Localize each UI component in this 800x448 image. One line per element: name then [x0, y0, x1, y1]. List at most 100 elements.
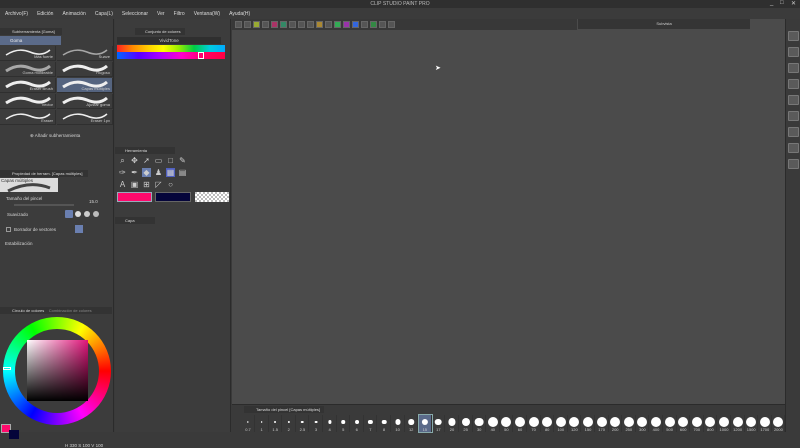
brush-size-option[interactable]: 1500: [745, 415, 759, 432]
brush-size-option[interactable]: 5: [337, 415, 351, 432]
undo-icon[interactable]: [262, 21, 269, 28]
layer-panel-tab[interactable]: Capa: [115, 217, 155, 224]
fill-tool-icon[interactable]: ▦: [166, 168, 175, 177]
pen-tool-icon[interactable]: ✑: [118, 168, 127, 177]
saturation-value-square[interactable]: [27, 340, 88, 401]
smoothing-option[interactable]: [75, 211, 81, 217]
move-tool-icon[interactable]: ✥: [130, 156, 139, 165]
panel-icon[interactable]: [788, 31, 799, 41]
save-icon[interactable]: [253, 21, 260, 28]
subtool-item[interactable]: Eraser: [0, 110, 56, 125]
brush-size-option[interactable]: 200: [609, 415, 623, 432]
canvas-area[interactable]: [232, 19, 785, 404]
brush-size-option[interactable]: 1700: [759, 415, 772, 432]
brush-size-option[interactable]: 1000: [718, 415, 731, 432]
new-icon[interactable]: [235, 21, 242, 28]
brush-size-option[interactable]: 50: [500, 415, 514, 432]
panel-icon[interactable]: [788, 79, 799, 89]
sub-color-swatch[interactable]: [9, 430, 19, 439]
color-set-selected-swatch[interactable]: [198, 52, 204, 59]
brush-size-option[interactable]: 0.7: [242, 415, 255, 432]
brush-size-option[interactable]: 2000: [772, 415, 786, 432]
brush-size-option[interactable]: 170: [596, 415, 609, 432]
panel-icon[interactable]: [788, 143, 799, 153]
brush-size-option[interactable]: 20: [446, 415, 459, 432]
fill-icon[interactable]: [298, 21, 305, 28]
brush-size-option[interactable]: 300: [636, 415, 650, 432]
brush-size-option[interactable]: 400: [650, 415, 663, 432]
brush-size-option[interactable]: 100: [555, 415, 568, 432]
menu-filtro[interactable]: Filtro: [169, 8, 189, 19]
brush-size-panel-tab[interactable]: Tamaño del pincel [Capas múltiples]: [244, 406, 324, 413]
brush-size-option[interactable]: 17: [432, 415, 446, 432]
vector-eraser-checkbox[interactable]: [6, 227, 11, 232]
panel-icon[interactable]: [788, 159, 799, 169]
brush-size-option[interactable]: 12: [405, 415, 419, 432]
brush-size-option[interactable]: 15: [417, 414, 433, 433]
brush-size-option[interactable]: 70: [528, 415, 541, 432]
brush-size-option[interactable]: 120: [568, 415, 582, 432]
tab-color-wheel[interactable]: Círculo de colores: [12, 308, 44, 313]
subtool-item[interactable]: Ajustar goma: [57, 94, 113, 109]
ruler-icon[interactable]: [316, 21, 323, 28]
close-button[interactable]: ✕: [791, 0, 796, 7]
brush-size-option[interactable]: 1: [256, 415, 269, 432]
brush-size-option[interactable]: 60: [514, 415, 527, 432]
figure-tool-icon[interactable]: ⊞: [142, 180, 151, 189]
brush-size-option[interactable]: 6: [351, 415, 364, 432]
menu-archivo[interactable]: Archivo(F): [0, 8, 32, 19]
color-set-row-2[interactable]: [117, 52, 225, 59]
color-icon[interactable]: [352, 21, 359, 28]
menu-animacion[interactable]: Animación: [57, 8, 89, 19]
perspective-icon[interactable]: [343, 21, 350, 28]
color-set-tab[interactable]: Conjunto de colores: [135, 28, 185, 35]
subtool-item[interactable]: Vector: [0, 94, 56, 109]
tool-panel-tab[interactable]: Herramienta: [115, 147, 175, 154]
color-set-row-1[interactable]: [117, 45, 225, 52]
balloon-tool-icon[interactable]: ○: [166, 180, 175, 189]
text-tool-icon[interactable]: A: [118, 180, 127, 189]
smoothing-option[interactable]: [84, 211, 90, 217]
clear-icon[interactable]: [289, 21, 296, 28]
brush-size-option[interactable]: 7: [364, 415, 378, 432]
menu-edicion[interactable]: Edición: [32, 8, 57, 19]
tool-sub-color[interactable]: [155, 192, 191, 202]
tool-property-tab[interactable]: Propiedad de herram. [Capas múltiples]: [0, 170, 88, 177]
color-set-dropdown[interactable]: VividTone: [117, 37, 221, 44]
brush-size-option[interactable]: 2: [283, 415, 296, 432]
tab-color-combination[interactable]: Combinación de colores: [49, 308, 92, 313]
brush-size-option[interactable]: 150: [582, 415, 595, 432]
brush-size-option[interactable]: 800: [704, 415, 718, 432]
panel-icon[interactable]: [788, 111, 799, 121]
subtool-item[interactable]: Goma moldeable: [0, 62, 56, 77]
eyedropper-tool-icon[interactable]: ✎: [178, 156, 187, 165]
subview-header[interactable]: Subvista: [578, 19, 750, 29]
menu-seleccionar[interactable]: Seleccionar: [117, 8, 152, 19]
hue-marker[interactable]: [3, 367, 11, 370]
redo-icon[interactable]: [271, 21, 278, 28]
brush-tool-icon[interactable]: ✒: [130, 168, 139, 177]
eraser-tool-icon[interactable]: ◆: [142, 168, 151, 177]
operation-tool-icon[interactable]: ➚: [142, 156, 151, 165]
brush-size-option[interactable]: 4: [324, 415, 337, 432]
brush-size-option[interactable]: 30: [473, 415, 487, 432]
brush-size-option[interactable]: 500: [664, 415, 677, 432]
subtool-item[interactable]: Suave: [57, 46, 113, 61]
menu-ventana[interactable]: Ventana(W): [189, 8, 224, 19]
smoothing-option-selected[interactable]: [65, 210, 73, 218]
gradient-tool-icon[interactable]: ▤: [178, 168, 187, 177]
lock2-icon[interactable]: [388, 21, 395, 28]
brush-size-slider[interactable]: [14, 204, 74, 206]
vector-eraser-option-selected[interactable]: [75, 225, 83, 233]
subtool-item[interactable]: Eraser Brush: [0, 78, 56, 93]
transparent-color[interactable]: [195, 192, 229, 202]
brush-size-option[interactable]: 40: [487, 415, 500, 432]
lock-icon[interactable]: [379, 21, 386, 28]
brush-size-option[interactable]: 25: [460, 415, 473, 432]
transform-icon[interactable]: [280, 21, 287, 28]
panel-icon[interactable]: [788, 95, 799, 105]
add-subtool-button[interactable]: ⊕ Añadir subherramienta: [30, 133, 80, 139]
smoothing-option[interactable]: [93, 211, 99, 217]
brush-size-option[interactable]: 700: [691, 415, 704, 432]
panel-icon[interactable]: [788, 127, 799, 137]
